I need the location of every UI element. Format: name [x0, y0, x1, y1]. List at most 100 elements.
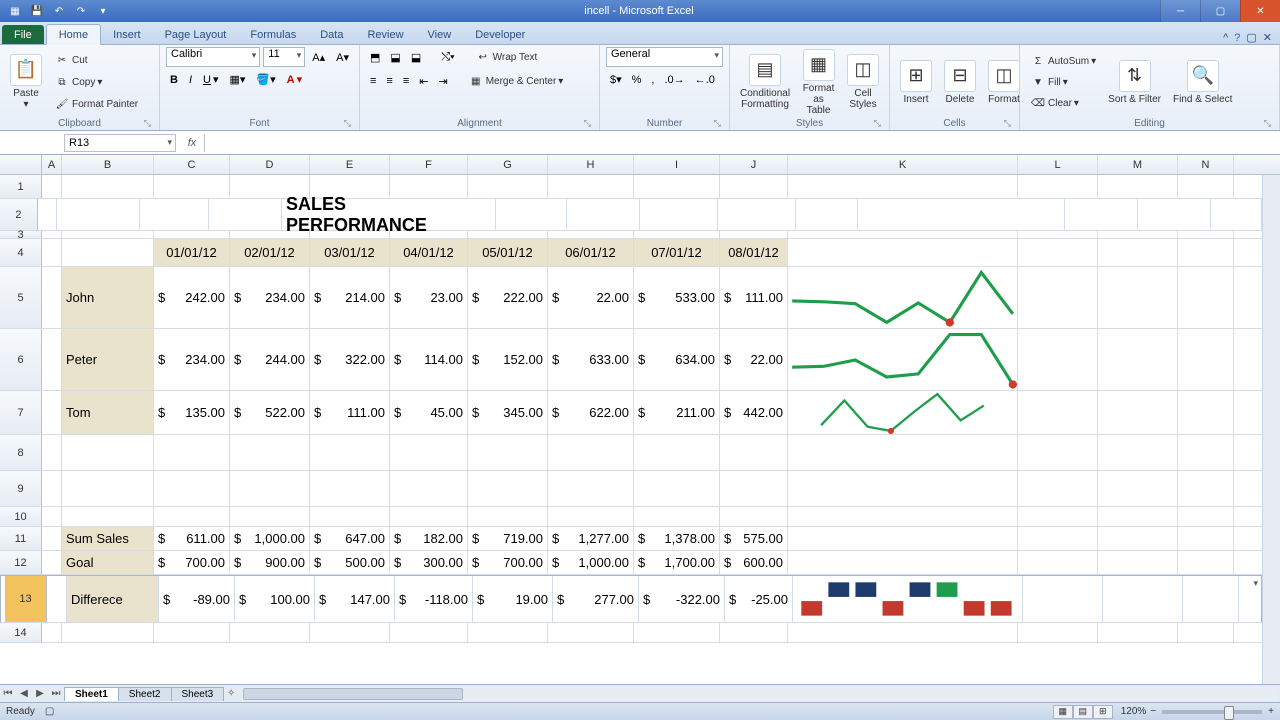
cell[interactable]: $300.00 [390, 551, 468, 574]
cell[interactable] [788, 551, 1018, 574]
cell[interactable] [1178, 527, 1234, 550]
cell[interactable]: $182.00 [390, 527, 468, 550]
row-header[interactable]: 6 [0, 329, 42, 390]
row-header[interactable]: 3 [0, 231, 42, 238]
cell[interactable] [634, 623, 720, 642]
cell[interactable] [154, 175, 230, 198]
cell[interactable] [788, 507, 1018, 526]
cell[interactable] [1178, 231, 1234, 238]
cell[interactable] [47, 576, 67, 622]
cut-button[interactable]: ✂Cut [50, 50, 142, 70]
row-header[interactable]: 8 [0, 435, 42, 470]
cell[interactable] [42, 471, 62, 506]
cell[interactable] [720, 507, 788, 526]
paste-button[interactable]: 📋Paste▾ [6, 54, 46, 110]
cell[interactable] [548, 231, 634, 238]
column-header[interactable]: K [788, 155, 1018, 174]
date-header[interactable]: 03/01/12 [310, 239, 390, 266]
value-cell[interactable]: $22.00 [720, 329, 788, 390]
help-icon[interactable]: ? [1234, 32, 1240, 44]
cell[interactable] [57, 199, 140, 230]
increase-indent-icon[interactable]: ⇥ [434, 73, 451, 90]
increase-font-icon[interactable]: A▴ [308, 47, 329, 67]
cell[interactable]: $-89.00 [159, 576, 235, 622]
cell[interactable]: $-118.00 [395, 576, 473, 622]
date-header[interactable]: 08/01/12 [720, 239, 788, 266]
font-color-button[interactable]: A▾ [283, 71, 306, 88]
cell[interactable] [720, 471, 788, 506]
cell[interactable] [310, 507, 390, 526]
cell[interactable] [1178, 507, 1234, 526]
cell[interactable] [230, 507, 310, 526]
new-sheet-icon[interactable]: ✧ [223, 688, 239, 699]
tab-home[interactable]: Home [46, 24, 101, 45]
cell[interactable] [390, 507, 468, 526]
column-header[interactable]: F [390, 155, 468, 174]
cell[interactable] [1178, 239, 1234, 266]
cell[interactable] [1098, 471, 1178, 506]
underline-button[interactable]: U▾ [199, 71, 222, 88]
tab-developer[interactable]: Developer [463, 25, 537, 44]
cell[interactable] [1018, 267, 1098, 328]
value-cell[interactable]: $214.00 [310, 267, 390, 328]
font-size-select[interactable]: 11 [263, 47, 305, 67]
cell[interactable] [1103, 576, 1183, 622]
cell[interactable] [1018, 329, 1098, 390]
date-header[interactable]: 01/01/12 [154, 239, 230, 266]
cell[interactable] [62, 175, 154, 198]
value-cell[interactable]: $111.00 [720, 267, 788, 328]
goal-label[interactable]: Goal [62, 551, 154, 574]
cell[interactable] [720, 175, 788, 198]
date-header[interactable]: 04/01/12 [390, 239, 468, 266]
cell[interactable] [154, 507, 230, 526]
sparkline[interactable] [788, 329, 1018, 390]
person-name[interactable]: John [62, 267, 154, 328]
column-header[interactable]: L [1018, 155, 1098, 174]
cell[interactable] [1178, 267, 1234, 328]
align-left-icon[interactable]: ≡ [366, 73, 380, 89]
diff-label[interactable]: Differece [67, 576, 159, 622]
cell[interactable] [548, 435, 634, 470]
cell[interactable] [310, 471, 390, 506]
cell[interactable] [788, 175, 1018, 198]
value-cell[interactable]: $111.00 [310, 391, 390, 434]
value-cell[interactable]: $322.00 [310, 329, 390, 390]
cell[interactable]: $277.00 [553, 576, 639, 622]
cell[interactable]: $700.00 [468, 551, 548, 574]
cell[interactable]: $-322.00 [639, 576, 725, 622]
column-header[interactable]: G [468, 155, 548, 174]
cell[interactable]: $19.00 [473, 576, 553, 622]
cell[interactable]: $575.00 [720, 527, 788, 550]
value-cell[interactable]: $345.00 [468, 391, 548, 434]
restore-workbook-icon[interactable]: ▢ [1246, 31, 1256, 44]
cell[interactable] [1098, 329, 1178, 390]
person-name[interactable]: Tom [62, 391, 154, 434]
value-cell[interactable]: $45.00 [390, 391, 468, 434]
save-icon[interactable]: 💾 [28, 3, 46, 19]
align-top-icon[interactable]: ⬒ [366, 49, 384, 66]
sparkline[interactable] [788, 391, 1018, 434]
cell[interactable] [720, 231, 788, 238]
row-header[interactable]: 9 [0, 471, 42, 506]
wrap-text-button[interactable]: ↩Wrap Text [471, 47, 542, 67]
cell[interactable] [390, 471, 468, 506]
value-cell[interactable]: $242.00 [154, 267, 230, 328]
cell[interactable] [62, 239, 154, 266]
cell[interactable] [1098, 175, 1178, 198]
cell[interactable] [1183, 576, 1239, 622]
select-all-corner[interactable] [0, 155, 42, 174]
cell[interactable] [1018, 623, 1098, 642]
value-cell[interactable]: $522.00 [230, 391, 310, 434]
cell[interactable] [468, 435, 548, 470]
cell[interactable] [390, 435, 468, 470]
cell[interactable] [1211, 199, 1262, 230]
cell[interactable] [42, 267, 62, 328]
name-box[interactable]: R13 [64, 134, 176, 152]
zoom-in-icon[interactable]: + [1268, 706, 1274, 717]
cell[interactable] [548, 175, 634, 198]
column-header[interactable]: J [720, 155, 788, 174]
cell[interactable] [154, 231, 230, 238]
cell[interactable]: $611.00 [154, 527, 230, 550]
tab-formulas[interactable]: Formulas [238, 25, 308, 44]
row-header[interactable]: 4 [0, 239, 42, 266]
